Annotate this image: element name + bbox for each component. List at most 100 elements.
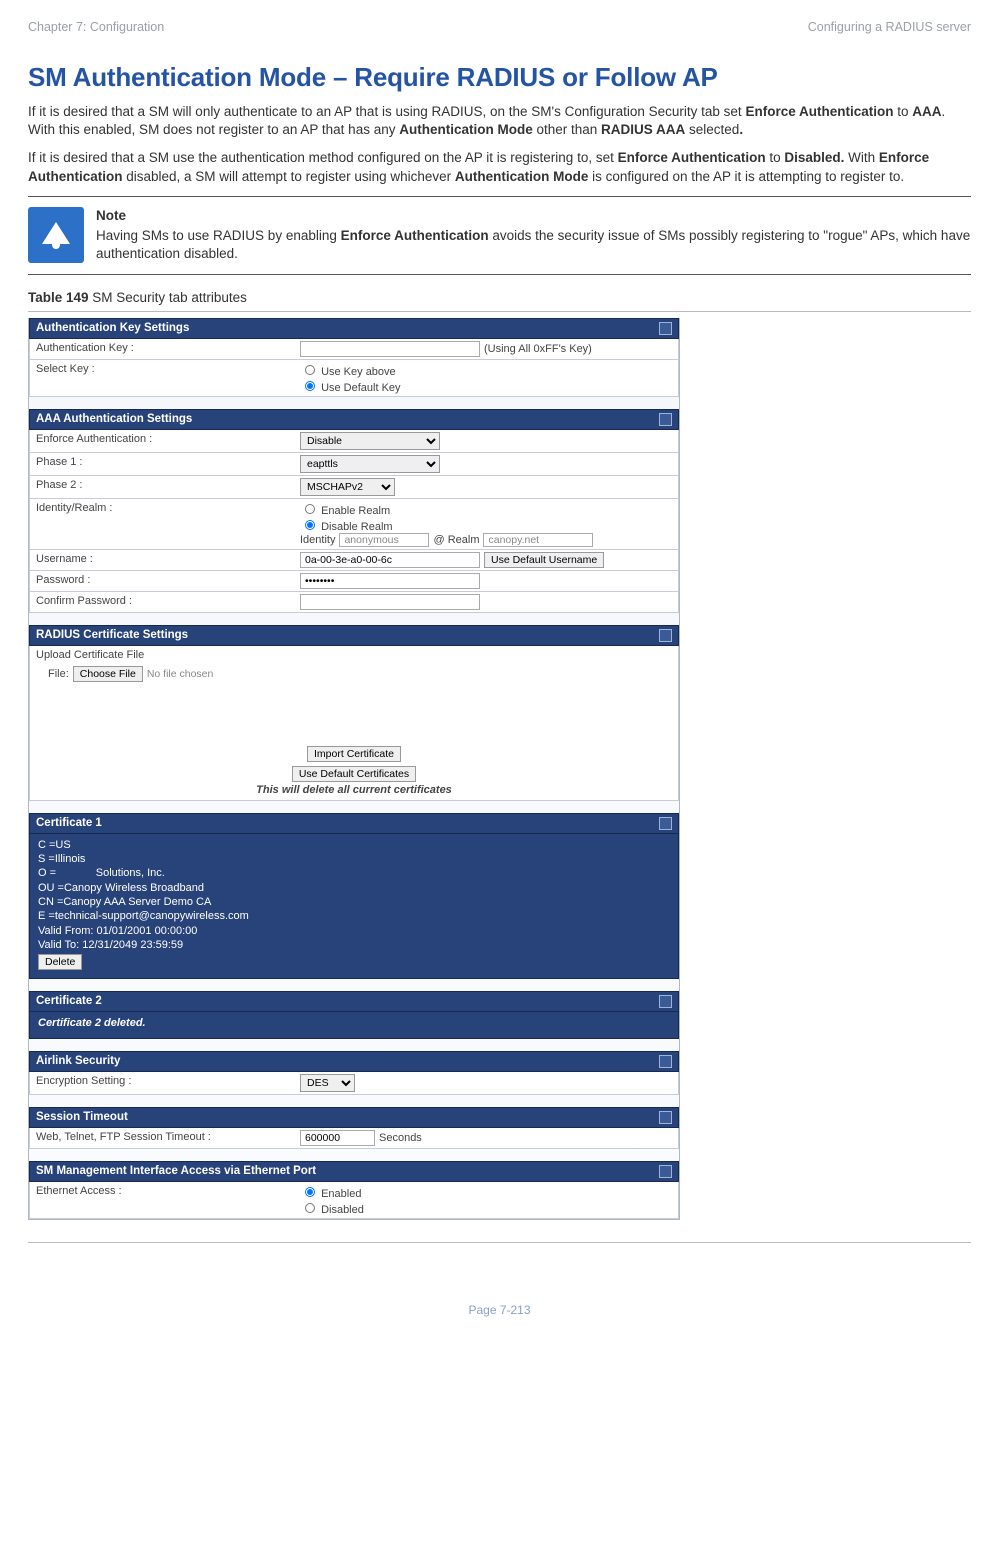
panel-toggle-icon[interactable] <box>659 817 672 830</box>
cert1-line: Valid To: 12/31/2049 23:59:59 <box>38 938 670 952</box>
confirm-password-label: Confirm Password : <box>30 592 294 612</box>
identity-realm-row: Identity/Realm : Enable Realm Disable Re… <box>29 499 679 550</box>
enforce-auth-label: Enforce Authentication : <box>30 430 294 452</box>
import-certificate-button[interactable]: Import Certificate <box>307 746 401 762</box>
radius-cert-body: Upload Certificate File File: Choose Fil… <box>29 646 679 801</box>
p1-s2: to <box>893 104 912 119</box>
delete-cert1-button[interactable]: Delete <box>38 954 82 970</box>
p2-s3: With <box>844 150 879 165</box>
encryption-select[interactable]: DES <box>300 1074 355 1092</box>
encryption-label: Encryption Setting : <box>30 1072 294 1094</box>
identity-realm-label: Identity/Realm : <box>30 499 294 549</box>
paragraph-1: If it is desired that a SM will only aut… <box>28 103 971 139</box>
use-default-username-button[interactable]: Use Default Username <box>484 552 604 568</box>
session-timeout-unit: Seconds <box>379 1132 422 1144</box>
cert1-body: C =US S =Illinois O = Solutions, Inc. OU… <box>29 834 679 979</box>
delete-cert-warning: This will delete all current certificate… <box>30 784 678 800</box>
panel-toggle-icon[interactable] <box>659 413 672 426</box>
ethernet-disabled-radio[interactable] <box>305 1203 315 1213</box>
table-caption: Table 149 SM Security tab attributes <box>28 289 971 307</box>
auth-key-hint: (Using All 0xFF's Key) <box>484 343 592 355</box>
choose-file-button[interactable]: Choose File <box>73 666 143 682</box>
enable-realm-radio[interactable] <box>305 504 315 514</box>
ethernet-access-label: Ethernet Access : <box>30 1182 294 1218</box>
password-label: Password : <box>30 571 294 591</box>
note-body: Note Having SMs to use RADIUS by enablin… <box>96 207 971 266</box>
password-input[interactable] <box>300 573 480 589</box>
p2-b4: Authentication Mode <box>455 169 589 184</box>
phase1-label: Phase 1 : <box>30 453 294 475</box>
realm-at-label: @ Realm <box>433 534 479 546</box>
note-t1: Having SMs to use RADIUS by enabling <box>96 228 341 243</box>
panel-aaa-title: AAA Authentication Settings <box>29 409 679 430</box>
panel-session-label: Session Timeout <box>36 1111 128 1124</box>
phase1-row: Phase 1 : eapttls <box>29 453 679 476</box>
session-timeout-input[interactable] <box>300 1130 375 1146</box>
p2-s2: to <box>766 150 785 165</box>
auth-key-row: Authentication Key : (Using All 0xFF's K… <box>29 339 679 360</box>
cert1-line: E =technical-support@canopywireless.com <box>38 909 670 923</box>
file-label: File: <box>48 668 69 680</box>
p1-b1: Enforce Authentication <box>745 104 893 119</box>
realm-input[interactable] <box>483 533 593 547</box>
panel-toggle-icon[interactable] <box>659 629 672 642</box>
p2-b2: Disabled. <box>784 150 844 165</box>
divider <box>28 196 971 197</box>
note-text: Having SMs to use RADIUS by enabling Enf… <box>96 227 971 263</box>
confirm-password-input[interactable] <box>300 594 480 610</box>
enable-realm-label: Enable Realm <box>321 505 390 517</box>
panel-airlink-label: Airlink Security <box>36 1055 120 1068</box>
enforce-auth-select[interactable]: Disable <box>300 432 440 450</box>
panel-toggle-icon[interactable] <box>659 1055 672 1068</box>
phase2-select[interactable]: MSCHAPv2 <box>300 478 395 496</box>
note-tb1: Enforce Authentication <box>341 228 489 243</box>
panel-radius-cert-label: RADIUS Certificate Settings <box>36 629 188 642</box>
session-timeout-row: Web, Telnet, FTP Session Timeout : Secon… <box>29 1128 679 1149</box>
identity-input[interactable] <box>339 533 429 547</box>
cert1-line: C =US <box>38 838 670 852</box>
panel-cert2-label: Certificate 2 <box>36 995 102 1008</box>
p2-s5: is configured on the AP it is attempting… <box>588 169 904 184</box>
page-header: Chapter 7: Configuration Configuring a R… <box>28 20 971 34</box>
page-number: Page 7-213 <box>28 1303 971 1317</box>
username-label: Username : <box>30 550 294 570</box>
username-input[interactable] <box>300 552 480 568</box>
chapter-label: Chapter 7: Configuration <box>28 20 164 34</box>
panel-cert1-label: Certificate 1 <box>36 817 102 830</box>
panel-toggle-icon[interactable] <box>659 1165 672 1178</box>
note-icon <box>28 207 84 263</box>
cert1-line: S =Illinois <box>38 852 670 866</box>
p2-b1: Enforce Authentication <box>618 150 766 165</box>
panel-session-title: Session Timeout <box>29 1107 679 1128</box>
cert1-line: OU =Canopy Wireless Broadband <box>38 881 670 895</box>
phase2-label: Phase 2 : <box>30 476 294 498</box>
use-default-key-radio[interactable] <box>305 381 315 391</box>
panel-toggle-icon[interactable] <box>659 1111 672 1124</box>
cert2-body: Certificate 2 deleted. <box>29 1012 679 1039</box>
encryption-row: Encryption Setting : DES <box>29 1072 679 1095</box>
p1-b2: AAA <box>912 104 941 119</box>
ethernet-access-row: Ethernet Access : Enabled Disabled <box>29 1182 679 1219</box>
no-file-chosen-label: No file chosen <box>147 668 214 680</box>
phase1-select[interactable]: eapttls <box>300 455 440 473</box>
select-key-row: Select Key : Use Key above Use Default K… <box>29 360 679 397</box>
ethernet-enabled-radio[interactable] <box>305 1187 315 1197</box>
cert1-line: Valid From: 01/01/2001 00:00:00 <box>38 924 670 938</box>
use-key-above-radio[interactable] <box>305 365 315 375</box>
disable-realm-radio[interactable] <box>305 520 315 530</box>
session-timeout-label: Web, Telnet, FTP Session Timeout : <box>30 1128 294 1148</box>
note-heading: Note <box>96 207 971 225</box>
cert2-deleted-msg: Certificate 2 deleted. <box>38 1017 146 1029</box>
panel-toggle-icon[interactable] <box>659 995 672 1008</box>
panel-cert1-title: Certificate 1 <box>29 813 679 834</box>
password-row: Password : <box>29 571 679 592</box>
p1-b4: RADIUS AAA <box>601 122 685 137</box>
panel-toggle-icon[interactable] <box>659 322 672 335</box>
panel-airlink-title: Airlink Security <box>29 1051 679 1072</box>
auth-key-input[interactable] <box>300 341 480 357</box>
disable-realm-label: Disable Realm <box>321 521 393 533</box>
cert1-line: O = Solutions, Inc. <box>38 866 670 880</box>
use-default-certificates-button[interactable]: Use Default Certificates <box>292 766 416 782</box>
p1-s1: If it is desired that a SM will only aut… <box>28 104 745 119</box>
table-caption-rest: SM Security tab attributes <box>89 290 247 305</box>
